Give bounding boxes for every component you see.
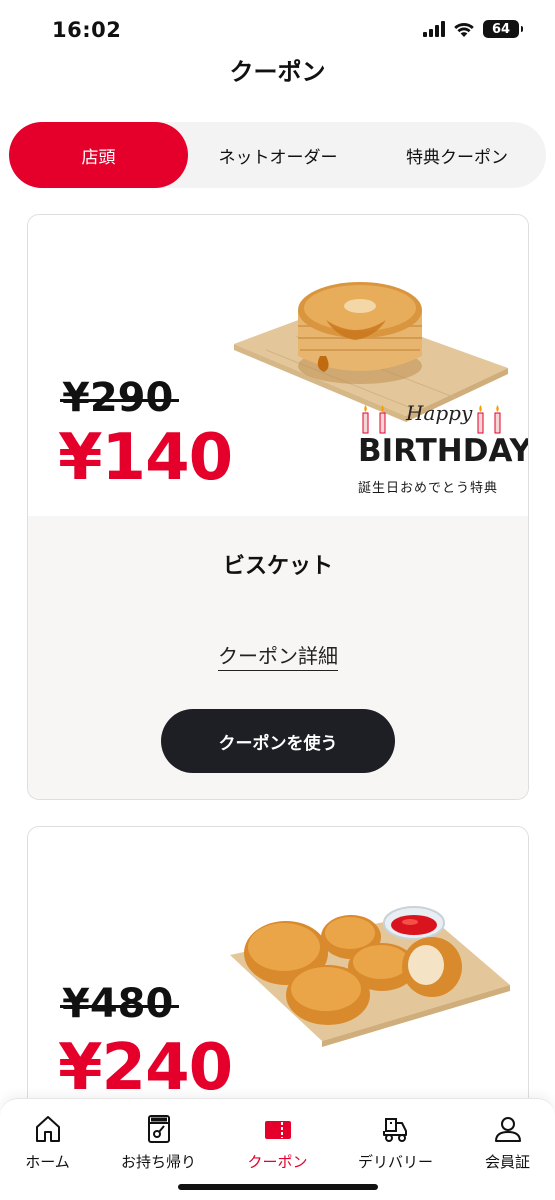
nav-coupon-label: クーポン xyxy=(247,1153,308,1171)
birthday-happy-text: Happy xyxy=(406,401,473,425)
home-indicator xyxy=(178,1184,378,1190)
nav-member-label: 会員証 xyxy=(484,1153,530,1171)
battery-level: 64 xyxy=(491,21,511,37)
nav-coupon[interactable]: クーポン xyxy=(222,1113,333,1173)
coupon-card[interactable]: ¥480 ¥240 xyxy=(27,826,529,1126)
coupon-hero: ¥480 ¥240 xyxy=(28,827,528,1125)
coupon-card[interactable]: ¥290 ¥140 Happy BIRTHDAY 誕生日おめでとう特典 ビスケッ… xyxy=(27,214,529,800)
member-icon xyxy=(494,1117,521,1142)
tab-net-order[interactable]: ネットオーダー xyxy=(188,122,368,188)
status-icons: 64 xyxy=(423,20,523,38)
strikethrough-line xyxy=(60,1004,180,1008)
coupon-hero: ¥290 ¥140 Happy BIRTHDAY 誕生日おめでとう特典 xyxy=(28,215,528,516)
birthday-title: BIRTHDAY xyxy=(358,433,529,469)
nav-home[interactable]: ホーム xyxy=(0,1113,103,1173)
nav-home-label: ホーム xyxy=(25,1153,70,1171)
wifi-icon xyxy=(454,22,474,37)
new-price: ¥240 xyxy=(58,1031,233,1105)
coupon-actions: ビスケット クーポン詳細 クーポンを使う xyxy=(28,516,528,799)
old-price: ¥480 xyxy=(60,981,180,1027)
delivery-icon xyxy=(382,1118,407,1142)
battery-icon: 64 xyxy=(483,20,523,38)
status-time: 16:02 xyxy=(52,18,122,42)
home-icon xyxy=(35,1116,60,1142)
signal-icon xyxy=(423,21,445,37)
bottom-nav: ホーム お持ち帰り クーポン デリバリー 会員証 xyxy=(0,1098,555,1200)
coupon-detail-link[interactable]: クーポン詳細 xyxy=(28,640,528,671)
menu-takeout-icon xyxy=(147,1115,170,1143)
strikethrough-line xyxy=(60,398,180,402)
nav-takeout-label: お持ち帰り xyxy=(120,1153,196,1171)
nav-takeout[interactable]: お持ち帰り xyxy=(103,1113,214,1173)
coupon-icon xyxy=(264,1121,291,1139)
page-title: クーポン xyxy=(229,58,326,86)
nav-member[interactable]: 会員証 xyxy=(452,1113,555,1173)
nav-delivery-label: デリバリー xyxy=(357,1153,433,1171)
coupon-tabs: 店頭 ネットオーダー 特典クーポン xyxy=(9,122,546,188)
nav-delivery[interactable]: デリバリー xyxy=(340,1113,451,1173)
nuggets-image xyxy=(230,906,510,1047)
use-coupon-button[interactable]: クーポンを使う xyxy=(161,709,395,773)
tab-store[interactable]: 店頭 xyxy=(9,122,188,188)
new-price: ¥140 xyxy=(58,421,233,495)
tab-special-coupon[interactable]: 特典クーポン xyxy=(368,122,546,188)
old-price: ¥290 xyxy=(60,375,180,421)
coupon-detail-label[interactable]: クーポン詳細 xyxy=(218,644,338,671)
product-name: ビスケット xyxy=(222,554,333,579)
birthday-subtitle: 誕生日おめでとう特典 xyxy=(358,481,499,496)
